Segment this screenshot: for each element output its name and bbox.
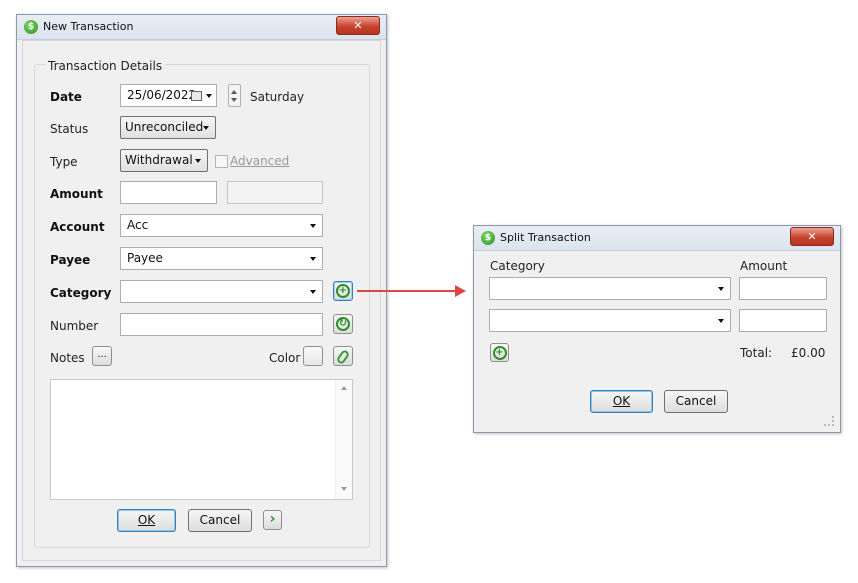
- chevron-down-icon: [203, 126, 209, 130]
- type-value: Withdrawal: [125, 153, 193, 167]
- split-total-label: Total:: [740, 346, 773, 360]
- connector-arrow-head: [455, 285, 466, 297]
- category-combo[interactable]: [120, 280, 323, 303]
- spin-down-icon[interactable]: [231, 98, 237, 102]
- split-title-bar[interactable]: $ Split Transaction ✕: [474, 226, 840, 251]
- notes-expand-button[interactable]: ...: [92, 346, 112, 366]
- account-combo[interactable]: Acc: [120, 214, 323, 237]
- connector-arrow-line: [357, 290, 457, 292]
- split-ok-button[interactable]: OK: [590, 390, 653, 413]
- chevron-down-icon[interactable]: [310, 290, 316, 294]
- date-spinner[interactable]: [228, 84, 241, 107]
- amount-secondary-input: [227, 181, 323, 204]
- payee-label: Payee: [50, 253, 91, 267]
- account-label: Account: [50, 220, 105, 234]
- close-icon: ✕: [353, 19, 363, 32]
- calendar-icon[interactable]: [191, 91, 202, 101]
- split-cancel-button[interactable]: Cancel: [664, 390, 728, 413]
- advanced-label: Advanced: [230, 154, 289, 168]
- status-value: Unreconciled: [125, 120, 204, 134]
- payee-combo[interactable]: Payee: [120, 247, 323, 270]
- chevron-right-icon: ›: [269, 511, 276, 527]
- app-icon: $: [481, 231, 495, 245]
- status-dropdown[interactable]: Unreconciled: [120, 116, 216, 139]
- chevron-down-icon[interactable]: [718, 287, 724, 291]
- amount-input[interactable]: [120, 181, 217, 204]
- split-cancel-label: Cancel: [675, 394, 717, 408]
- chevron-down-icon: [195, 159, 201, 163]
- close-icon: ✕: [807, 230, 817, 243]
- auto-number-icon: ↻: [336, 317, 350, 331]
- weekday-label: Saturday: [250, 90, 305, 104]
- amount-label: Amount: [50, 187, 103, 201]
- status-label: Status: [50, 122, 89, 136]
- ellipsis-text: ...: [97, 349, 107, 360]
- date-value: 25/06/2022: [127, 88, 197, 102]
- next-button[interactable]: ›: [263, 510, 282, 530]
- payee-value: Payee: [127, 251, 163, 265]
- attach-icon: [335, 348, 351, 366]
- chevron-down-icon[interactable]: [206, 94, 212, 98]
- split-row-1-category[interactable]: [489, 277, 731, 300]
- add-row-icon: +: [492, 346, 507, 360]
- split-row-2-category[interactable]: [489, 309, 731, 332]
- attach-button[interactable]: [333, 346, 353, 366]
- split-category-header: Category: [490, 259, 545, 273]
- split-ok-label: OK: [612, 394, 631, 408]
- split-row-2-amount[interactable]: [739, 309, 827, 332]
- color-picker-button[interactable]: [303, 346, 323, 366]
- scroll-down-icon[interactable]: [341, 487, 347, 491]
- notes-label: Notes: [50, 351, 85, 365]
- split-row-1-amount[interactable]: [739, 277, 827, 300]
- number-input[interactable]: [120, 313, 323, 336]
- account-value: Acc: [127, 218, 149, 232]
- split-close-button[interactable]: ✕: [790, 227, 834, 246]
- auto-number-button[interactable]: ↻: [333, 314, 353, 334]
- advanced-label-text: Advanced: [230, 154, 290, 168]
- add-split-row-button[interactable]: +: [490, 343, 509, 362]
- advanced-checkbox[interactable]: [215, 155, 228, 168]
- number-label: Number: [50, 319, 99, 333]
- add-split-icon: +: [336, 284, 350, 298]
- split-total-value: £0.00: [791, 346, 826, 360]
- date-field[interactable]: 25/06/2022: [120, 84, 217, 107]
- split-window-title: Split Transaction: [500, 231, 591, 244]
- ok-button[interactable]: OK: [117, 509, 176, 532]
- window-title: New Transaction: [43, 20, 134, 33]
- color-label: Color: [269, 351, 301, 365]
- scroll-up-icon[interactable]: [341, 386, 347, 390]
- chevron-down-icon[interactable]: [718, 319, 724, 323]
- notes-textarea[interactable]: [50, 379, 353, 500]
- type-dropdown[interactable]: Withdrawal: [120, 149, 208, 172]
- ok-label: OK: [137, 513, 156, 527]
- notes-scrollbar[interactable]: [335, 380, 352, 499]
- split-transaction-button[interactable]: +: [333, 281, 353, 301]
- spin-up-icon[interactable]: [231, 90, 237, 94]
- chevron-down-icon[interactable]: [310, 224, 316, 228]
- split-amount-header: Amount: [740, 259, 788, 273]
- resize-grip[interactable]: [824, 416, 834, 426]
- close-button[interactable]: ✕: [336, 16, 380, 35]
- date-label: Date: [50, 90, 82, 104]
- group-title: Transaction Details: [45, 59, 166, 73]
- title-bar[interactable]: $ New Transaction ✕: [17, 15, 386, 40]
- cancel-button[interactable]: Cancel: [188, 509, 252, 532]
- chevron-down-icon[interactable]: [310, 257, 316, 261]
- category-label: Category: [50, 286, 112, 300]
- app-icon: $: [24, 20, 38, 34]
- cancel-label: Cancel: [199, 513, 241, 527]
- type-label: Type: [50, 155, 78, 169]
